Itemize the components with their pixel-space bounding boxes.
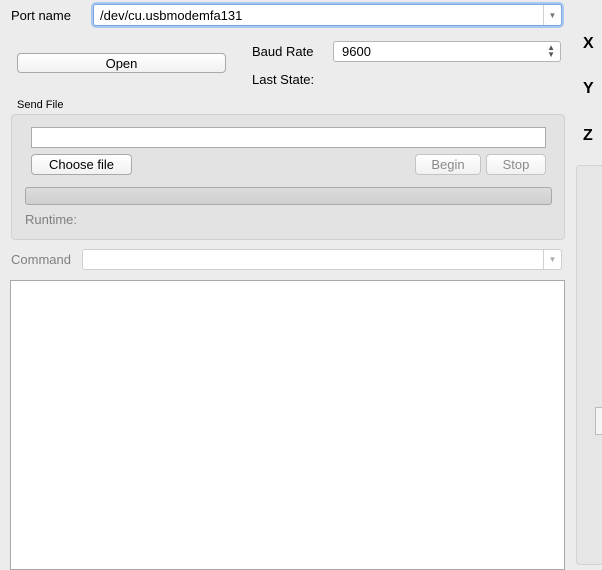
baud-rate-value: 9600 [342, 44, 371, 59]
open-button[interactable]: Open [17, 53, 226, 73]
begin-button[interactable]: Begin [415, 154, 481, 175]
send-file-title: Send File [17, 99, 64, 111]
axis-panel-button[interactable] [595, 407, 602, 435]
chevron-down-icon[interactable]: ▼ [543, 250, 561, 269]
file-path-input[interactable] [31, 127, 546, 148]
baud-rate-label: Baud Rate [252, 44, 314, 59]
port-name-value: /dev/cu.usbmodemfa131 [100, 8, 243, 23]
axis-control-panel [576, 165, 602, 565]
choose-file-button[interactable]: Choose file [31, 154, 132, 175]
up-down-stepper-icon: ▲ ▼ [547, 43, 555, 59]
command-label: Command [11, 252, 71, 267]
z-axis-label: Z [583, 127, 593, 144]
send-file-group: Choose file Begin Stop Runtime: [11, 114, 565, 240]
last-state-label: Last State: [252, 72, 315, 87]
command-combo[interactable]: ▼ [82, 249, 562, 270]
port-name-label: Port name [11, 8, 71, 23]
port-name-combo[interactable]: /dev/cu.usbmodemfa131 ▼ [93, 4, 562, 26]
baud-rate-select[interactable]: 9600 ▲ ▼ [333, 41, 561, 62]
x-axis-label: X [583, 35, 594, 52]
y-axis-label: Y [583, 80, 594, 97]
runtime-label: Runtime: [25, 212, 78, 227]
console-output[interactable] [10, 280, 565, 570]
stop-button[interactable]: Stop [486, 154, 546, 175]
progress-bar [25, 187, 552, 205]
chevron-down-icon[interactable]: ▼ [543, 5, 561, 25]
